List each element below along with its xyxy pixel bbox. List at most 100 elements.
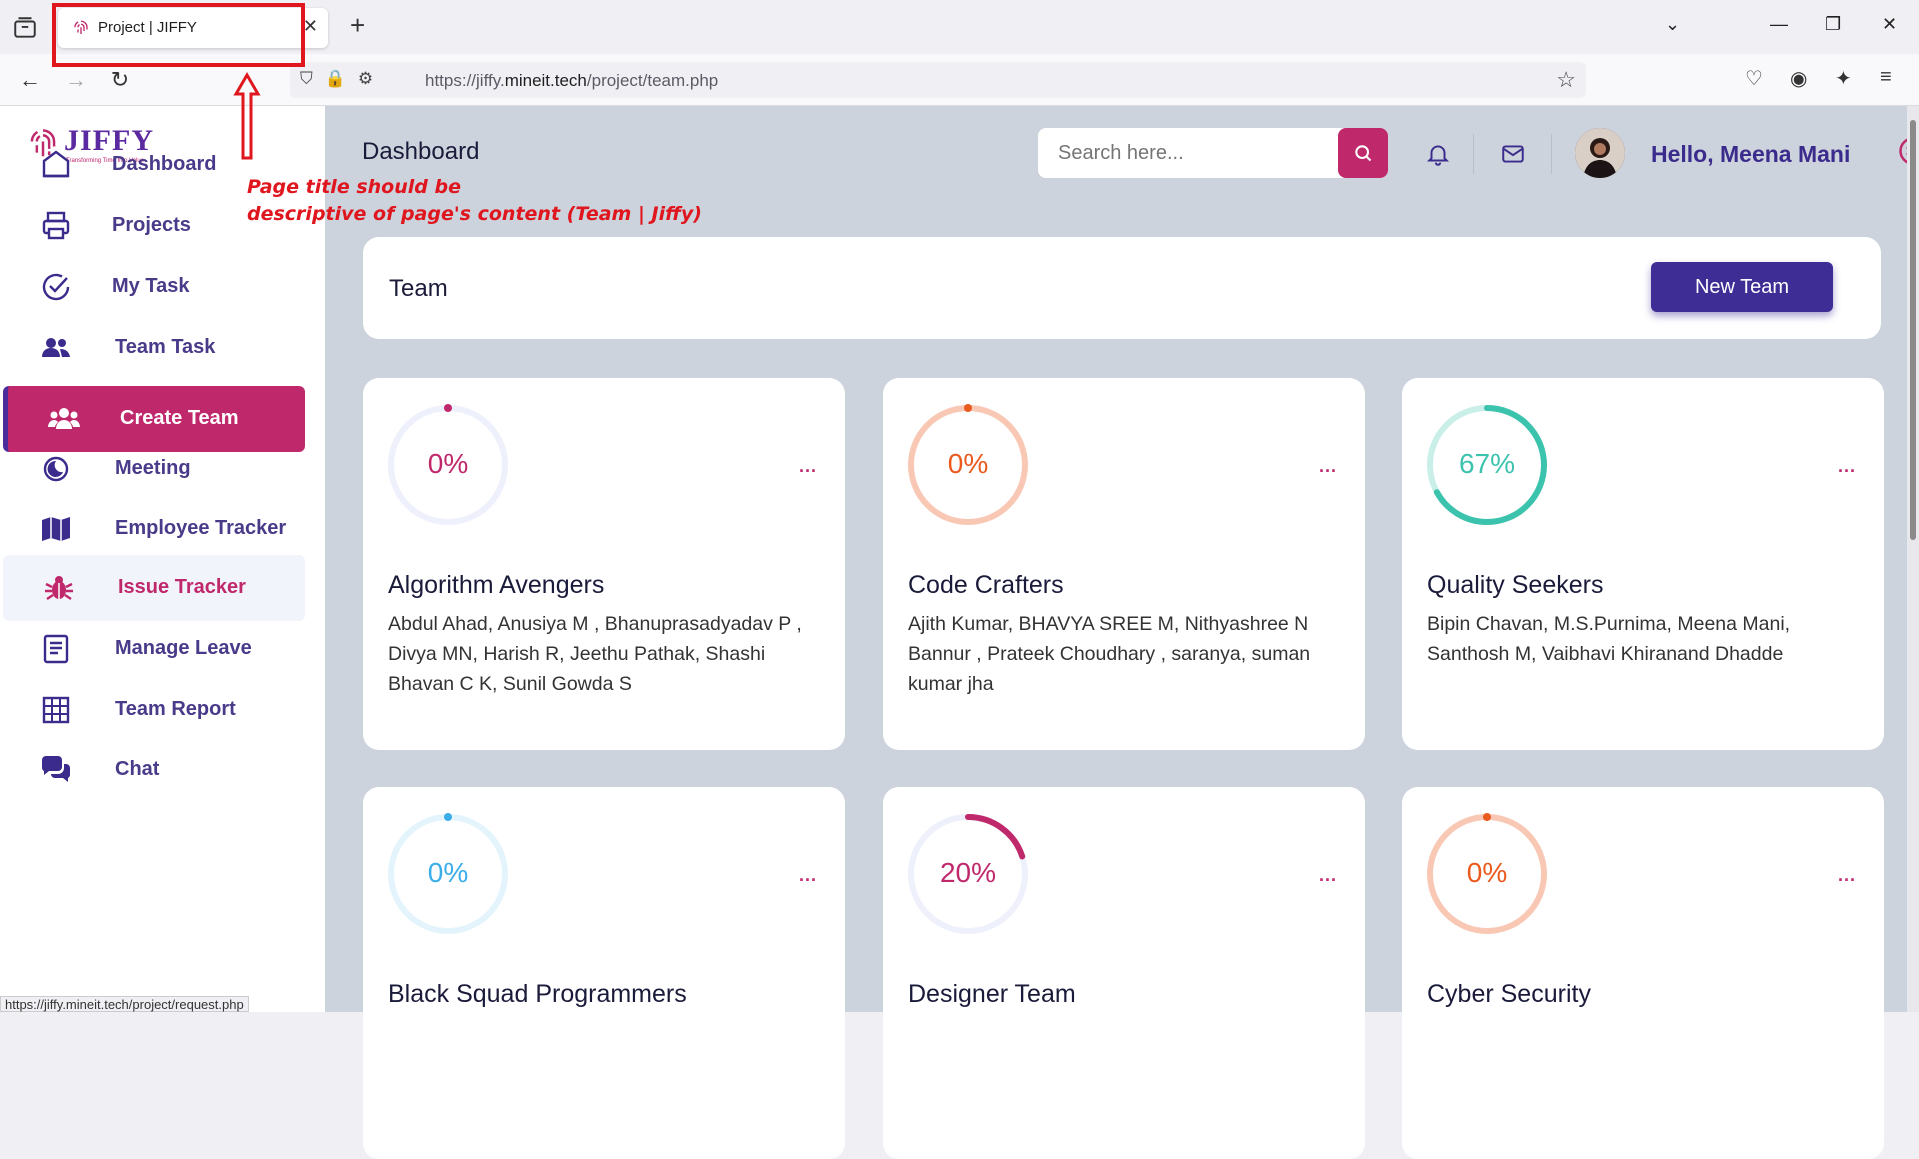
map-icon xyxy=(40,513,72,545)
users-icon xyxy=(40,332,72,364)
annotation-arrow-icon xyxy=(233,72,261,162)
annotation-line-2: descriptive of page's content (Team | Ji… xyxy=(247,201,702,228)
sidebar-item-label: Chat xyxy=(115,758,159,781)
url-text[interactable]: https://jiffy.mineit.tech/project/team.p… xyxy=(425,71,718,91)
window-close-icon[interactable]: ✕ xyxy=(1882,14,1897,35)
new-tab-icon[interactable]: + xyxy=(350,12,365,38)
card-options-icon[interactable]: ... xyxy=(1838,456,1856,477)
sidebar-item-label: My Task xyxy=(112,275,189,298)
card-options-icon[interactable]: ... xyxy=(799,456,817,477)
sidebar-item-label: Employee Tracker xyxy=(115,517,286,540)
scrollbar-thumb[interactable] xyxy=(1910,120,1916,540)
progress-percent: 0% xyxy=(383,857,513,889)
sidebar-item-meeting[interactable]: Meeting xyxy=(0,436,305,502)
minimize-icon[interactable]: — xyxy=(1770,14,1788,35)
header-divider xyxy=(1473,134,1474,174)
team-name: Quality Seekers xyxy=(1427,571,1603,600)
team-section-title: Team xyxy=(389,275,448,303)
team-name: Algorithm Avengers xyxy=(388,571,604,600)
sidebar-item-manage-leave[interactable]: Manage Leave xyxy=(0,616,305,682)
team-members: Abdul Ahad, Anusiya M , Bhanuprasadyadav… xyxy=(388,609,828,699)
bell-icon[interactable] xyxy=(1425,141,1451,167)
sidebar-item-team-task[interactable]: Team Task xyxy=(0,315,305,381)
sidebar-item-label: Manage Leave xyxy=(115,637,252,660)
grid-icon xyxy=(40,694,72,726)
extensions-icon[interactable]: ✦ xyxy=(1835,66,1852,91)
progress-percent: 67% xyxy=(1422,448,1552,480)
scrollbar[interactable] xyxy=(1907,106,1919,1012)
sidebar-item-label: Create Team xyxy=(120,407,239,430)
moon-circle-icon xyxy=(40,453,72,485)
address-bar[interactable]: ⛉🔒⚙ https://jiffy.mineit.tech/project/te… xyxy=(290,62,1586,98)
team-members: Bipin Chavan, M.S.Purnima, Meena Mani, S… xyxy=(1427,609,1867,669)
avatar-image xyxy=(1575,128,1625,178)
team-name: Cyber Security xyxy=(1427,980,1591,1009)
avatar[interactable] xyxy=(1575,128,1625,178)
team-card[interactable]: 0%... Code Crafters Ajith Kumar, BHAVYA SR… xyxy=(883,378,1365,750)
sidebar-item-label: Meeting xyxy=(115,457,191,480)
card-options-icon[interactable]: ... xyxy=(1319,456,1337,477)
status-bar-url: https://jiffy.mineit.tech/project/reques… xyxy=(0,996,249,1012)
sidebar-item-issue-tracker[interactable]: Issue Tracker xyxy=(3,555,305,621)
progress-percent: 0% xyxy=(903,448,1033,480)
progress-percent: 0% xyxy=(383,448,513,480)
main-content: Dashboard Hello, Meena Mani Team New Tea… xyxy=(325,106,1919,1012)
annotation-line-1: Page title should be xyxy=(247,174,702,201)
tab-list-icon[interactable] xyxy=(12,15,38,41)
team-card[interactable]: 0%... Algorithm Avengers Abdul Ahad, Anusi… xyxy=(363,378,845,750)
forward-icon[interactable]: → xyxy=(62,66,90,94)
sidebar-item-label: Issue Tracker xyxy=(118,576,246,599)
annotation-highlight-box xyxy=(52,3,305,67)
reload-icon[interactable]: ↻ xyxy=(106,66,134,94)
printer-icon xyxy=(40,210,72,242)
back-icon[interactable]: ← xyxy=(16,66,44,94)
site-info-icons[interactable]: ⛉🔒⚙ xyxy=(300,69,385,89)
greeting: Hello, Meena Mani xyxy=(1651,141,1850,168)
team-name: Black Squad Programmers xyxy=(388,980,687,1009)
team-card[interactable]: 0%... Cyber Security xyxy=(1402,787,1884,1159)
group-icon xyxy=(48,403,80,435)
progress-percent: 0% xyxy=(1422,857,1552,889)
mail-icon[interactable] xyxy=(1500,141,1526,167)
team-name: Designer Team xyxy=(908,980,1076,1009)
check-circle-icon xyxy=(40,271,72,303)
sidebar-item-label: Dashboard xyxy=(112,153,216,176)
sidebar-item-chat[interactable]: Chat xyxy=(0,737,305,803)
chat-icon xyxy=(40,754,72,786)
bookmark-star-icon[interactable]: ☆ xyxy=(1556,67,1576,93)
sidebar-item-my-task[interactable]: My Task xyxy=(0,254,305,320)
team-members: Ajith Kumar, BHAVYA SREE M, Nithyashree … xyxy=(908,609,1348,699)
sidebar-item-employee-tracker[interactable]: Employee Tracker xyxy=(0,496,305,562)
sidebar-item-team-report[interactable]: Team Report xyxy=(0,677,305,743)
team-card[interactable]: 0%... Black Squad Programmers xyxy=(363,787,845,1159)
search-box xyxy=(1038,128,1388,178)
page-title: Dashboard xyxy=(362,138,479,166)
restore-icon[interactable]: ❐ xyxy=(1825,14,1841,35)
sidebar: JIFFY Transforming Time Into Value Dashb… xyxy=(0,106,325,1012)
tab-overflow-chevron-icon[interactable]: ⌄ xyxy=(1665,14,1680,35)
progress-percent: 20% xyxy=(903,857,1033,889)
sidebar-item-label: Projects xyxy=(112,214,191,237)
header-divider xyxy=(1551,134,1552,174)
new-team-button[interactable]: New Team xyxy=(1651,262,1833,312)
home-icon xyxy=(40,149,72,181)
team-header-card: Team New Team xyxy=(363,237,1881,339)
tab-close-icon[interactable]: ✕ xyxy=(303,16,318,37)
annotation-note: Page title should be descriptive of page… xyxy=(247,174,702,228)
sidebar-item-label: Team Task xyxy=(115,336,215,359)
card-options-icon[interactable]: ... xyxy=(1319,865,1337,886)
pocket-icon[interactable]: ♡ xyxy=(1745,66,1763,91)
bug-icon xyxy=(43,572,75,604)
card-options-icon[interactable]: ... xyxy=(799,865,817,886)
search-input[interactable] xyxy=(1038,128,1338,178)
account-icon[interactable]: ◉ xyxy=(1790,66,1807,91)
document-icon xyxy=(40,633,72,665)
search-button[interactable] xyxy=(1338,128,1388,178)
card-options-icon[interactable]: ... xyxy=(1838,865,1856,886)
team-name: Code Crafters xyxy=(908,571,1064,600)
menu-icon[interactable]: ≡ xyxy=(1880,66,1892,89)
sidebar-item-label: Team Report xyxy=(115,698,236,721)
team-card[interactable]: 20%... Designer Team xyxy=(883,787,1365,1159)
search-icon xyxy=(1353,143,1373,163)
team-card[interactable]: 67%... Quality Seekers Bipin Chavan, M.S.P… xyxy=(1402,378,1884,750)
